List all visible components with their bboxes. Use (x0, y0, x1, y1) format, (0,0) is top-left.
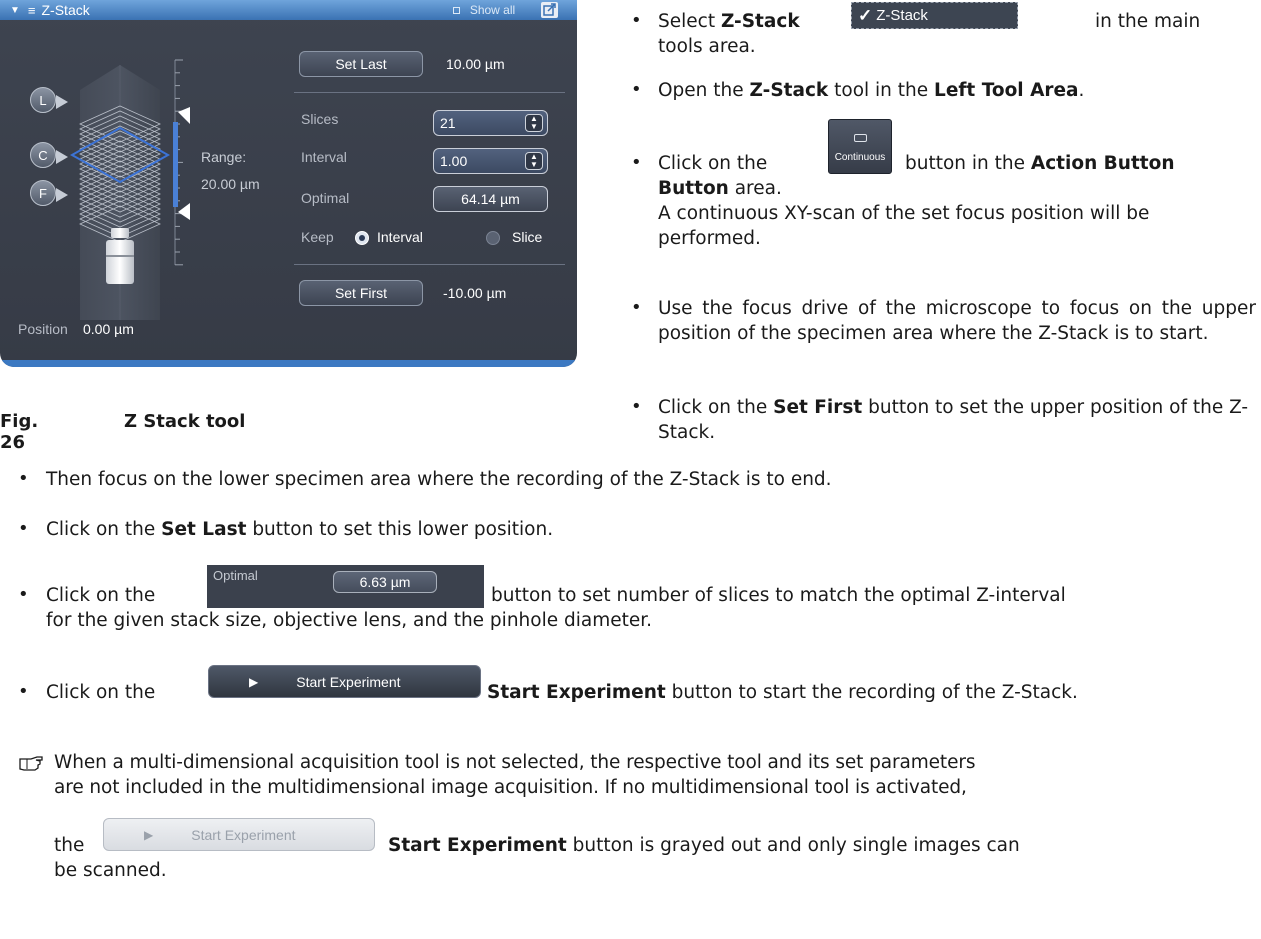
keep-interval-radio[interactable] (355, 231, 369, 245)
bullet: • (18, 518, 29, 539)
range-value: 20.00 µm (201, 176, 260, 192)
step-5: Click on the Set First button to set the… (658, 397, 1249, 443)
bullet: • (631, 79, 642, 100)
set-last-value: 10.00 µm (446, 56, 505, 72)
step-3-line-b: button in the Action Button (905, 153, 1175, 174)
figure-number: Fig. 26 (0, 411, 39, 453)
step-8-pre: Click on the (46, 585, 156, 606)
interval-label: Interval (301, 149, 347, 165)
step-8-line-b: for the given stack size, objective lens… (46, 610, 653, 631)
optimal-button[interactable]: 64.14 µm (433, 186, 548, 212)
bullet: • (631, 297, 642, 318)
position-value: 0.00 µm (83, 321, 134, 337)
marker-l-button[interactable]: L (30, 87, 56, 113)
interval-stepper[interactable]: ▲ ▼ (525, 152, 543, 170)
bullet: • (18, 468, 29, 489)
slices-label: Slices (301, 111, 339, 127)
checkmark-icon: ✓ (858, 5, 873, 25)
bullet: • (631, 396, 642, 417)
play-icon: ▶ (144, 827, 154, 842)
note-line-1: When a multi-dimensional acquisition too… (54, 752, 976, 773)
pointing-hand-icon (19, 756, 43, 771)
checkbox-icon (452, 6, 460, 14)
range-label: Range: (201, 149, 247, 165)
first-marker[interactable] (178, 107, 190, 124)
step-2: Open the Z-Stack tool in the Left Tool A… (658, 80, 1085, 101)
step-7: Click on the Set Last button to set this… (46, 519, 554, 540)
step-3-line-a: Click on the (658, 153, 768, 174)
set-last-button[interactable]: Set Last (299, 51, 423, 77)
bullet: • (631, 10, 642, 31)
step-1-line-b: in the main (1095, 11, 1201, 32)
slices-stepper[interactable]: ▲ ▼ (525, 114, 543, 132)
start-experiment-button-image: ▶ Start Experiment (208, 665, 481, 698)
optimal-button-image: Optimal 6.63 µm (207, 565, 484, 608)
undock-icon[interactable] (541, 2, 558, 18)
set-first-value: -10.00 µm (443, 285, 507, 301)
step-1-line-c: tools area. (658, 36, 756, 57)
show-all-label: Show all (469, 3, 516, 17)
show-all-toggle[interactable]: Show all (435, 1, 533, 19)
note-line-3-post: Start Experiment button is grayed out an… (388, 835, 1020, 856)
step-3-line-c: Button area. (658, 178, 782, 199)
step-6: Then focus on the lower specimen area wh… (46, 469, 832, 490)
interval-input[interactable]: 1.00 ▲ ▼ (433, 148, 548, 174)
note-line-2: are not included in the multidimensional… (54, 777, 967, 798)
step-1-line-a: Select Z-Stack (658, 11, 800, 32)
bullet: • (18, 584, 29, 605)
optimal-label: Optimal (301, 190, 350, 206)
camera-icon (853, 134, 867, 142)
last-marker[interactable] (178, 203, 190, 220)
play-icon: ▶ (249, 674, 259, 689)
bullet: • (18, 681, 29, 702)
keep-label: Keep (301, 229, 334, 245)
figure-title: Z Stack tool (124, 411, 246, 432)
start-experiment-disabled-image: ▶ Start Experiment (103, 818, 375, 851)
continuous-button-image: Continuous (828, 119, 892, 174)
panel-header: ▼ ≡ Z-Stack Show all (0, 0, 577, 20)
bullet: • (631, 152, 642, 173)
keep-interval-label: Interval (377, 229, 423, 245)
collapse-arrow-icon[interactable]: ▼ (10, 5, 20, 16)
set-first-button[interactable]: Set First (299, 280, 423, 306)
keep-slice-radio[interactable] (486, 231, 500, 245)
step-4: Use the focus drive of the microscope to… (658, 298, 1256, 344)
z-stack-panel: ▼ ≡ Z-Stack Show all L C F Range: 20.00 … (0, 0, 577, 367)
z-stack-checkbox-image: ✓ Z-Stack (851, 2, 1018, 29)
marker-arrows (56, 95, 68, 202)
panel-title: Z-Stack (41, 2, 90, 18)
range-bar (173, 122, 178, 207)
note-line-3-pre: the (54, 835, 85, 856)
step-9-pre: Click on the (46, 682, 156, 703)
divider (294, 264, 565, 265)
position-label: Position (18, 321, 68, 337)
slices-input[interactable]: 21 ▲ ▼ (433, 110, 548, 136)
panel-footer (0, 360, 577, 367)
step-8-line-a: button to set number of slices to match … (491, 585, 1066, 606)
note-line-4: be scanned. (54, 860, 167, 881)
divider (294, 92, 565, 93)
marker-f-button[interactable]: F (30, 180, 56, 206)
step-3-note: A continuous XY-scan of the set focus po… (658, 203, 1150, 249)
list-icon: ≡ (27, 2, 36, 18)
marker-c-button[interactable]: C (30, 142, 56, 168)
keep-slice-label: Slice (512, 229, 543, 245)
step-9-post: Start Experiment button to start the rec… (487, 682, 1078, 703)
